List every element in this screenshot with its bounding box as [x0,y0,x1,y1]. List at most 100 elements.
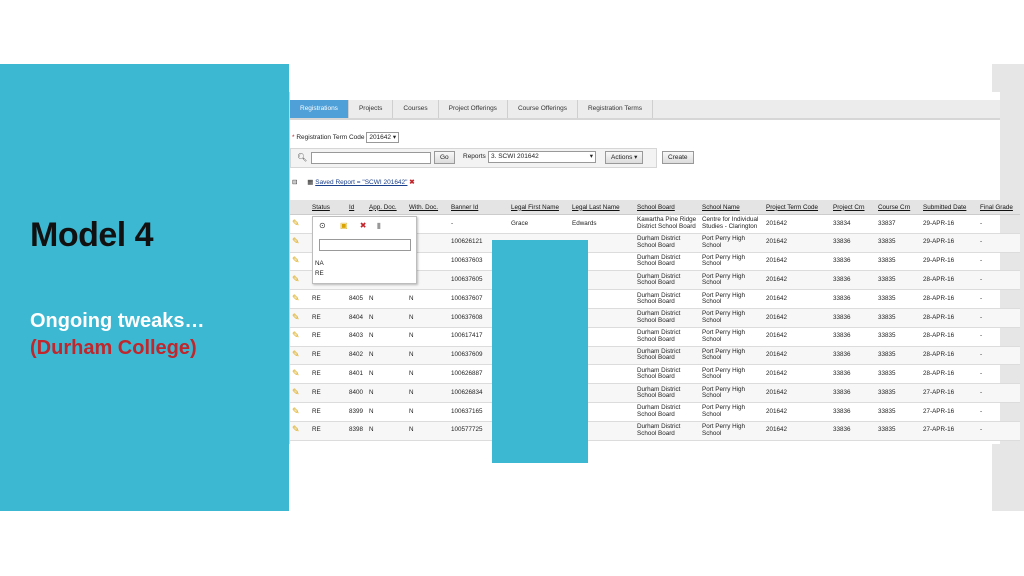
col-with-doc-[interactable]: With. Doc. [407,200,449,215]
cell-status: RE [310,289,343,309]
tab-project-offerings[interactable]: Project Offerings [439,100,508,118]
filter-apply-icon[interactable]: ⊙ [319,221,326,230]
filter-input[interactable] [319,239,411,251]
cell-school-board: Durham District School Board [635,327,700,347]
edit-cell: ✎ [290,364,310,385]
table-icon: ▦ [307,179,314,186]
saved-report-link[interactable]: Saved Report = "SCWI 201642" [315,179,407,186]
cell-course-crn: 33835 [876,233,921,253]
cell-final-grade: - [978,383,1020,403]
cell-project-term-code: 201642 [764,327,831,347]
table-row[interactable]: ✎ RE 8402 N N 100637609 Durham District School… [290,346,1020,366]
cell-project-crn: 33836 [831,327,876,347]
filter-dropdown-icon[interactable]: ▣ [340,221,348,230]
cell-school-name: Centre for Individual Studies - Claringt… [700,214,764,234]
col-status[interactable]: Status [310,200,343,215]
cell-school-name: Port Perry High School [700,327,764,347]
tab-course-offerings[interactable]: Course Offerings [508,100,578,118]
cell-status: RE [310,346,343,366]
filter-option-list: NA RE [313,259,416,279]
edit-pencil-icon[interactable]: ✎ [292,312,300,322]
col-legal-last-name[interactable]: Legal Last Name [570,200,635,215]
col-project-term-code[interactable]: Project Term Code [764,200,831,215]
cell-with-doc-: N [407,308,449,328]
cell-with-doc-: N [407,289,449,309]
edit-pencil-icon[interactable]: ✎ [292,387,300,397]
col-app-doc-[interactable]: App. Doc. [367,200,407,215]
search-icon[interactable]: 🔍︎ [297,153,307,162]
edit-pencil-icon[interactable]: ✎ [292,274,300,284]
cell-final-grade: - [978,270,1020,291]
col-course-crn[interactable]: Course Crn [876,200,921,215]
cell-project-crn: 33836 [831,402,876,422]
edit-pencil-icon[interactable]: ✎ [292,236,300,246]
table-header: Status Id App. Doc. With. Doc. Banner Id Lega… [290,200,1020,215]
table-row[interactable]: ✎ RE 8400 N N 100626834 Durham District School… [290,383,1020,403]
cell-project-term-code: 201642 [764,252,831,272]
actions-button[interactable]: Actions ▾ [605,151,644,164]
tab-courses[interactable]: Courses [393,100,439,118]
col-legal-first-name[interactable]: Legal First Name [509,200,570,215]
tab-projects[interactable]: Projects [349,100,394,118]
col-project-crn[interactable]: Project Crn [831,200,876,215]
search-input[interactable] [311,152,431,164]
cell-app-doc-: N [367,402,407,422]
clear-report-icon[interactable]: ✖ [409,179,414,186]
cell-school-board: Durham District School Board [635,252,700,272]
left-panel [0,64,289,511]
cell-project-crn: 33836 [831,252,876,272]
col-school-name[interactable]: School Name [700,200,764,215]
cell-school-board: Durham District School Board [635,308,700,328]
term-code-select[interactable]: 201642 ▾ [366,132,400,143]
cell-school-name: Port Perry High School [700,364,764,385]
tab-registration-terms[interactable]: Registration Terms [578,100,654,118]
filter-option[interactable]: NA [313,259,416,269]
edit-pencil-icon[interactable]: ✎ [292,349,300,359]
table-row[interactable]: ✎ RE 8399 N N 100637165 Durham District School… [290,402,1020,422]
filter-option[interactable]: RE [313,269,416,279]
cell-final-grade: - [978,308,1020,328]
cell-app-doc-: N [367,289,407,309]
edit-pencil-icon[interactable]: ✎ [292,424,300,434]
table-row[interactable]: ✎ RE 8405 N N 100637607 Durham District School… [290,289,1020,309]
edit-cell: ✎ [290,233,310,253]
slide-subtitle: Ongoing tweaks… [30,310,205,332]
col-final-grade[interactable]: Final Grade [978,200,1020,215]
cell-project-term-code: 201642 [764,289,831,309]
create-button[interactable]: Create [662,151,694,164]
required-marker: * [292,134,295,142]
edit-pencil-icon[interactable]: ✎ [292,368,300,378]
edit-pencil-icon[interactable]: ✎ [292,255,300,265]
cell-id: 8400 [343,383,367,403]
table-row[interactable]: ✎ RE 8398 N N 100577725 Durham District School… [290,421,1020,441]
go-button[interactable]: Go [434,151,455,164]
reports-select[interactable]: 3. SCWI 201642 ▾ [488,151,596,163]
col-id[interactable]: Id [343,200,367,215]
edit-pencil-icon[interactable]: ✎ [292,293,300,303]
cell-final-grade: - [978,402,1020,422]
cell-with-doc-: N [407,346,449,366]
cell-project-crn: 33836 [831,289,876,309]
table-row[interactable]: ✎ RE 8401 N N 100626887 Durham District School… [290,364,1020,385]
cell-course-crn: 33835 [876,327,921,347]
col-banner-id[interactable]: Banner Id [449,200,509,215]
collapse-icon[interactable]: ⊟ [292,179,297,186]
edit-cell: ✎ [290,383,310,403]
col-submitted-date[interactable]: Submitted Date [921,200,978,215]
edit-pencil-icon[interactable]: ✎ [292,406,300,416]
slide-subtitle-college: (Durham College) [30,337,197,359]
cell-submitted-date: 27-APR-16 [921,383,978,403]
table-row[interactable]: ✎ RE 8403 N N 100617417 Durham District School… [290,327,1020,347]
edit-pencil-icon[interactable]: ✎ [292,330,300,340]
cell-final-grade: - [978,327,1020,347]
cell-school-board: Durham District School Board [635,383,700,403]
filter-close-icon[interactable]: ▮ [377,221,381,230]
edit-pencil-icon[interactable]: ✎ [292,218,300,228]
tab-registrations[interactable]: Registrations [290,100,349,118]
cell-final-grade: - [978,214,1020,234]
col-school-board[interactable]: School Board [635,200,700,215]
filter-clear-icon[interactable]: ✖ [360,221,367,230]
edit-cell: ✎ [290,402,310,422]
table-row[interactable]: ✎ RE 8404 N N 100637608 Durham District School… [290,308,1020,328]
edit-cell: ✎ [290,308,310,328]
